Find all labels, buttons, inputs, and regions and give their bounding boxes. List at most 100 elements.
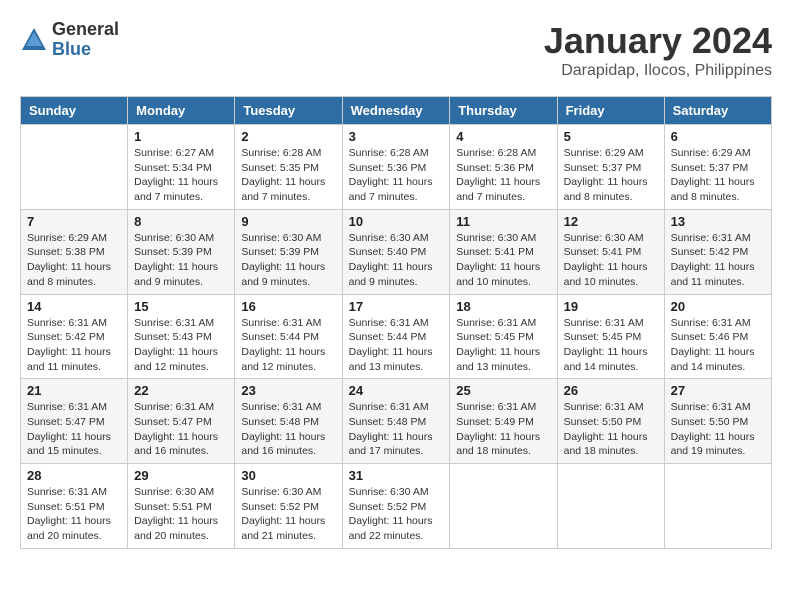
header-monday: Monday bbox=[128, 97, 235, 125]
logo: General Blue bbox=[20, 20, 119, 60]
calendar-cell: 4Sunrise: 6:28 AM Sunset: 5:36 PM Daylig… bbox=[450, 125, 557, 210]
location-title: Darapidap, Ilocos, Philippines bbox=[544, 62, 772, 80]
day-info: Sunrise: 6:31 AM Sunset: 5:50 PM Dayligh… bbox=[564, 400, 658, 459]
header-thursday: Thursday bbox=[450, 97, 557, 125]
day-number: 31 bbox=[349, 468, 444, 483]
day-number: 27 bbox=[671, 383, 765, 398]
calendar-week-3: 14 Sunrise: 6:31 AM Sunset: 5:42 PM Dayli… bbox=[21, 294, 772, 379]
calendar-cell: 7Sunrise: 6:29 AM Sunset: 5:38 PM Daylig… bbox=[21, 209, 128, 294]
header-wednesday: Wednesday bbox=[342, 97, 450, 125]
month-title: January 2024 bbox=[544, 20, 772, 62]
calendar-cell: 12 Sunrise: 6:30 AM Sunset: 5:41 PM Dayli… bbox=[557, 209, 664, 294]
day-info: Sunrise: 6:30 AM Sunset: 5:52 PM Dayligh… bbox=[349, 485, 444, 544]
day-info: Sunrise: 6:30 AM Sunset: 5:41 PM Dayligh… bbox=[564, 231, 658, 290]
day-number: 21 bbox=[27, 383, 121, 398]
day-info: Sunrise: 6:31 AM Sunset: 5:46 PM Dayligh… bbox=[671, 316, 765, 375]
day-info: Sunrise: 6:31 AM Sunset: 5:42 PM Dayligh… bbox=[27, 316, 121, 375]
day-number: 11 bbox=[456, 214, 550, 229]
calendar-cell: 9 Sunrise: 6:30 AM Sunset: 5:39 PM Daylig… bbox=[235, 209, 342, 294]
day-number: 28 bbox=[27, 468, 121, 483]
day-info: Sunrise: 6:30 AM Sunset: 5:40 PM Dayligh… bbox=[349, 231, 444, 290]
calendar-cell: 25 Sunrise: 6:31 AM Sunset: 5:49 PM Dayli… bbox=[450, 379, 557, 464]
day-info: Sunrise: 6:31 AM Sunset: 5:49 PM Dayligh… bbox=[456, 400, 550, 459]
day-number: 19 bbox=[564, 299, 658, 314]
calendar-cell: 11 Sunrise: 6:30 AM Sunset: 5:41 PM Dayli… bbox=[450, 209, 557, 294]
day-info: Sunrise: 6:30 AM Sunset: 5:51 PM Dayligh… bbox=[134, 485, 228, 544]
day-number: 14 bbox=[27, 299, 121, 314]
day-number: 8 bbox=[134, 214, 228, 229]
day-info: Sunrise: 6:31 AM Sunset: 5:44 PM Dayligh… bbox=[241, 316, 335, 375]
calendar-cell: 26 Sunrise: 6:31 AM Sunset: 5:50 PM Dayli… bbox=[557, 379, 664, 464]
day-info: Sunrise: 6:31 AM Sunset: 5:45 PM Dayligh… bbox=[564, 316, 658, 375]
calendar-cell: 23Sunrise: 6:31 AM Sunset: 5:48 PM Dayli… bbox=[235, 379, 342, 464]
day-info: Sunrise: 6:28 AM Sunset: 5:35 PM Dayligh… bbox=[241, 146, 335, 205]
day-number: 20 bbox=[671, 299, 765, 314]
day-number: 16 bbox=[241, 299, 335, 314]
calendar-table: Sunday Monday Tuesday Wednesday Thursday… bbox=[20, 96, 772, 549]
calendar-cell bbox=[21, 125, 128, 210]
day-number: 17 bbox=[349, 299, 444, 314]
calendar-cell: 17Sunrise: 6:31 AM Sunset: 5:44 PM Dayli… bbox=[342, 294, 450, 379]
calendar-cell: 22 Sunrise: 6:31 AM Sunset: 5:47 PM Dayli… bbox=[128, 379, 235, 464]
logo-blue: Blue bbox=[52, 40, 119, 60]
day-info: Sunrise: 6:31 AM Sunset: 5:43 PM Dayligh… bbox=[134, 316, 228, 375]
calendar-cell: 1Sunrise: 6:27 AM Sunset: 5:34 PM Daylig… bbox=[128, 125, 235, 210]
calendar-header-row: Sunday Monday Tuesday Wednesday Thursday… bbox=[21, 97, 772, 125]
calendar-cell: 30Sunrise: 6:30 AM Sunset: 5:52 PM Dayli… bbox=[235, 464, 342, 549]
day-number: 9 bbox=[241, 214, 335, 229]
day-info: Sunrise: 6:31 AM Sunset: 5:47 PM Dayligh… bbox=[134, 400, 228, 459]
day-number: 30 bbox=[241, 468, 335, 483]
calendar-cell: 16 Sunrise: 6:31 AM Sunset: 5:44 PM Dayli… bbox=[235, 294, 342, 379]
logo-icon bbox=[20, 26, 48, 54]
calendar-week-1: 1Sunrise: 6:27 AM Sunset: 5:34 PM Daylig… bbox=[21, 125, 772, 210]
title-area: January 2024 Darapidap, Ilocos, Philippi… bbox=[544, 20, 772, 80]
day-number: 24 bbox=[349, 383, 444, 398]
page-header: General Blue January 2024 Darapidap, Ilo… bbox=[20, 20, 772, 80]
calendar-cell: 28 Sunrise: 6:31 AM Sunset: 5:51 PM Dayli… bbox=[21, 464, 128, 549]
day-number: 18 bbox=[456, 299, 550, 314]
calendar-cell: 31 Sunrise: 6:30 AM Sunset: 5:52 PM Dayli… bbox=[342, 464, 450, 549]
header-sunday: Sunday bbox=[21, 97, 128, 125]
day-number: 10 bbox=[349, 214, 444, 229]
day-info: Sunrise: 6:28 AM Sunset: 5:36 PM Dayligh… bbox=[456, 146, 550, 205]
day-info: Sunrise: 6:30 AM Sunset: 5:41 PM Dayligh… bbox=[456, 231, 550, 290]
calendar-cell bbox=[664, 464, 771, 549]
day-number: 12 bbox=[564, 214, 658, 229]
day-info: Sunrise: 6:31 AM Sunset: 5:51 PM Dayligh… bbox=[27, 485, 121, 544]
calendar-cell: 20 Sunrise: 6:31 AM Sunset: 5:46 PM Dayli… bbox=[664, 294, 771, 379]
calendar-cell: 27 Sunrise: 6:31 AM Sunset: 5:50 PM Dayli… bbox=[664, 379, 771, 464]
calendar-cell: 3Sunrise: 6:28 AM Sunset: 5:36 PM Daylig… bbox=[342, 125, 450, 210]
calendar-cell: 18 Sunrise: 6:31 AM Sunset: 5:45 PM Dayli… bbox=[450, 294, 557, 379]
calendar-cell: 29Sunrise: 6:30 AM Sunset: 5:51 PM Dayli… bbox=[128, 464, 235, 549]
logo-general: General bbox=[52, 20, 119, 40]
calendar-cell: 2 Sunrise: 6:28 AM Sunset: 5:35 PM Daylig… bbox=[235, 125, 342, 210]
day-number: 15 bbox=[134, 299, 228, 314]
day-number: 26 bbox=[564, 383, 658, 398]
calendar-cell: 13 Sunrise: 6:31 AM Sunset: 5:42 PM Dayli… bbox=[664, 209, 771, 294]
header-friday: Friday bbox=[557, 97, 664, 125]
calendar-cell: 6 Sunrise: 6:29 AM Sunset: 5:37 PM Daylig… bbox=[664, 125, 771, 210]
calendar-week-5: 28 Sunrise: 6:31 AM Sunset: 5:51 PM Dayli… bbox=[21, 464, 772, 549]
day-info: Sunrise: 6:29 AM Sunset: 5:38 PM Dayligh… bbox=[27, 231, 121, 290]
day-number: 13 bbox=[671, 214, 765, 229]
day-info: Sunrise: 6:30 AM Sunset: 5:39 PM Dayligh… bbox=[241, 231, 335, 290]
day-number: 22 bbox=[134, 383, 228, 398]
day-info: Sunrise: 6:31 AM Sunset: 5:42 PM Dayligh… bbox=[671, 231, 765, 290]
calendar-cell: 10 Sunrise: 6:30 AM Sunset: 5:40 PM Dayli… bbox=[342, 209, 450, 294]
calendar-cell: 8 Sunrise: 6:30 AM Sunset: 5:39 PM Daylig… bbox=[128, 209, 235, 294]
day-number: 5 bbox=[564, 129, 658, 144]
day-info: Sunrise: 6:29 AM Sunset: 5:37 PM Dayligh… bbox=[671, 146, 765, 205]
day-info: Sunrise: 6:31 AM Sunset: 5:45 PM Dayligh… bbox=[456, 316, 550, 375]
calendar-cell: 15 Sunrise: 6:31 AM Sunset: 5:43 PM Dayli… bbox=[128, 294, 235, 379]
day-info: Sunrise: 6:31 AM Sunset: 5:48 PM Dayligh… bbox=[241, 400, 335, 459]
day-number: 6 bbox=[671, 129, 765, 144]
day-info: Sunrise: 6:31 AM Sunset: 5:50 PM Dayligh… bbox=[671, 400, 765, 459]
day-info: Sunrise: 6:30 AM Sunset: 5:39 PM Dayligh… bbox=[134, 231, 228, 290]
calendar-cell: 5Sunrise: 6:29 AM Sunset: 5:37 PM Daylig… bbox=[557, 125, 664, 210]
calendar-cell: 21 Sunrise: 6:31 AM Sunset: 5:47 PM Dayli… bbox=[21, 379, 128, 464]
day-number: 25 bbox=[456, 383, 550, 398]
day-info: Sunrise: 6:31 AM Sunset: 5:48 PM Dayligh… bbox=[349, 400, 444, 459]
day-number: 2 bbox=[241, 129, 335, 144]
day-info: Sunrise: 6:31 AM Sunset: 5:47 PM Dayligh… bbox=[27, 400, 121, 459]
calendar-week-2: 7Sunrise: 6:29 AM Sunset: 5:38 PM Daylig… bbox=[21, 209, 772, 294]
